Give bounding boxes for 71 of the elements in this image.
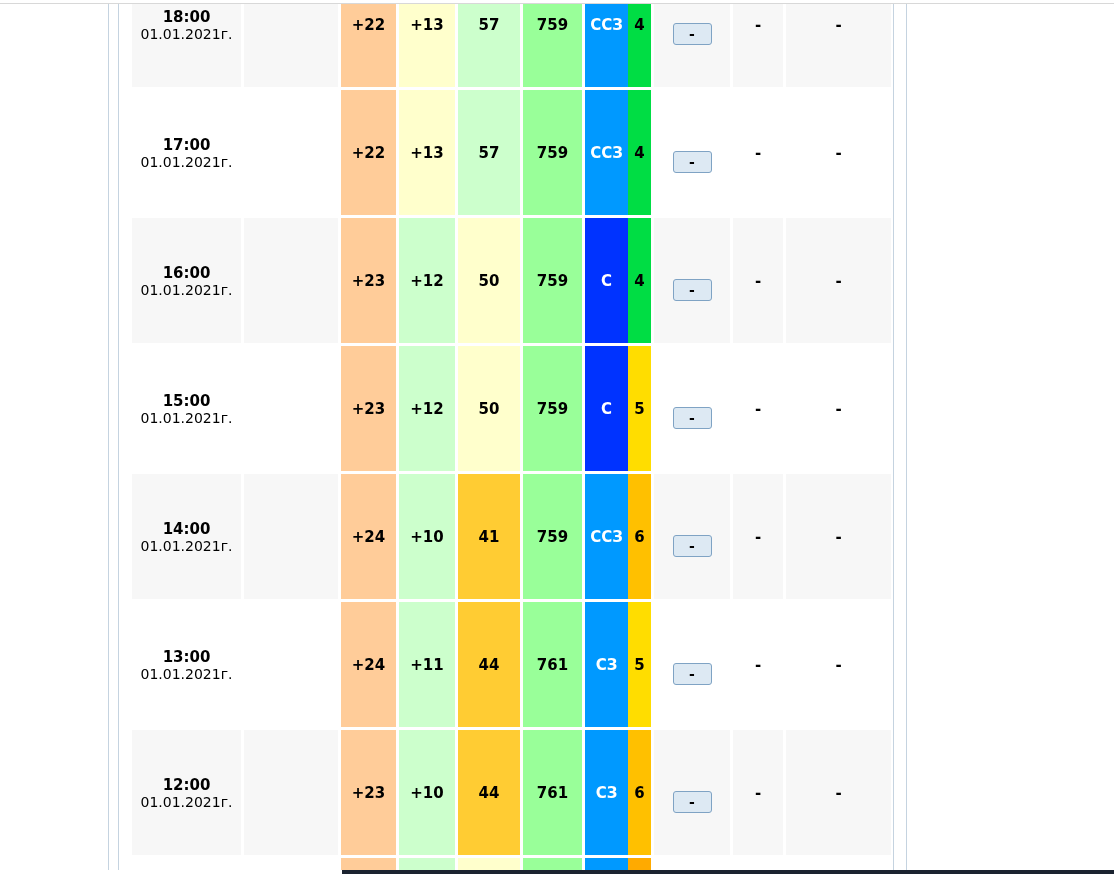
date-text: 01.01.2021г.	[140, 537, 233, 554]
table-cell: -	[733, 730, 783, 855]
table-cell: -	[786, 4, 891, 87]
temperature-cell: +23	[341, 218, 396, 343]
humidity-cell: 50	[458, 218, 520, 343]
table-cell: -	[733, 474, 783, 599]
toggle-button[interactable]: -	[672, 22, 712, 45]
time-text: 17:00	[162, 135, 211, 154]
wind-direction-cell: С	[585, 346, 628, 471]
humidity-cell: 44	[458, 602, 520, 727]
temperature-cell: +22	[341, 90, 396, 215]
wind-speed-cell: 4	[628, 90, 651, 215]
date-text: 01.01.2021г.	[140, 665, 233, 682]
toggle-button[interactable]: -	[672, 534, 712, 557]
temperature-cell: +24	[341, 602, 396, 727]
toggle-button[interactable]: -	[672, 662, 712, 685]
feels-like-cell: +10	[399, 730, 455, 855]
toggle-button[interactable]: -	[672, 406, 712, 429]
wind-direction-cell: ССЗ	[585, 4, 628, 87]
feels-like-cell: +12	[399, 346, 455, 471]
date-text: 01.01.2021г.	[140, 25, 233, 42]
table-cell: -	[786, 730, 891, 855]
time-text: 15:00	[162, 391, 211, 410]
time-text: 12:00	[162, 775, 211, 794]
wind-direction-cell: ССЗ	[585, 90, 628, 215]
time-text: 13:00	[162, 647, 211, 666]
date-text: 01.01.2021г.	[140, 793, 233, 810]
feels-like-cell: +12	[399, 218, 455, 343]
date-text: 01.01.2021г.	[140, 409, 233, 426]
pressure-cell: 759	[523, 474, 582, 599]
pressure-cell: 759	[523, 90, 582, 215]
pressure-cell: 761	[523, 602, 582, 727]
date-text: 01.01.2021г.	[140, 281, 233, 298]
toggle-button[interactable]: -	[672, 790, 712, 813]
wind-direction-cell: С	[585, 218, 628, 343]
humidity-cell: 57	[458, 4, 520, 87]
wind-direction-cell: ССЗ	[585, 474, 628, 599]
toggle-button[interactable]: -	[672, 278, 712, 301]
time-text: 18:00	[162, 7, 211, 26]
temperature-cell: +22	[341, 4, 396, 87]
toggle-button[interactable]: -	[672, 150, 712, 173]
time-text: 14:00	[162, 519, 211, 538]
feels-like-cell: +13	[399, 4, 455, 87]
wind-direction-cell: СЗ	[585, 730, 628, 855]
wind-speed-cell: 4	[628, 218, 651, 343]
humidity-cell: 57	[458, 90, 520, 215]
date-text: 01.01.2021г.	[140, 153, 233, 170]
pressure-cell: 759	[523, 218, 582, 343]
wind-speed-cell: 5	[628, 346, 651, 471]
humidity-cell: 41	[458, 474, 520, 599]
feels-like-cell: +10	[399, 474, 455, 599]
temperature-cell: +23	[341, 730, 396, 855]
pressure-cell: 761	[523, 730, 582, 855]
table-cell: -	[786, 474, 891, 599]
feels-like-cell: +11	[399, 602, 455, 727]
wind-speed-cell: 5	[628, 602, 651, 727]
table-cell: -	[733, 4, 783, 87]
wind-speed-cell: 6	[628, 730, 651, 855]
wind-speed-cell: 6	[628, 474, 651, 599]
temperature-cell: +24	[341, 474, 396, 599]
wind-speed-cell: 4	[628, 4, 651, 87]
pressure-cell: 759	[523, 4, 582, 87]
feels-like-cell: +13	[399, 90, 455, 215]
table-cell: -	[733, 218, 783, 343]
humidity-cell: 50	[458, 346, 520, 471]
pressure-cell: 759	[523, 346, 582, 471]
wind-direction-cell: СЗ	[585, 602, 628, 727]
temperature-cell: +23	[341, 346, 396, 471]
humidity-cell: 44	[458, 730, 520, 855]
table-cell: -	[786, 218, 891, 343]
time-text: 16:00	[162, 263, 211, 282]
